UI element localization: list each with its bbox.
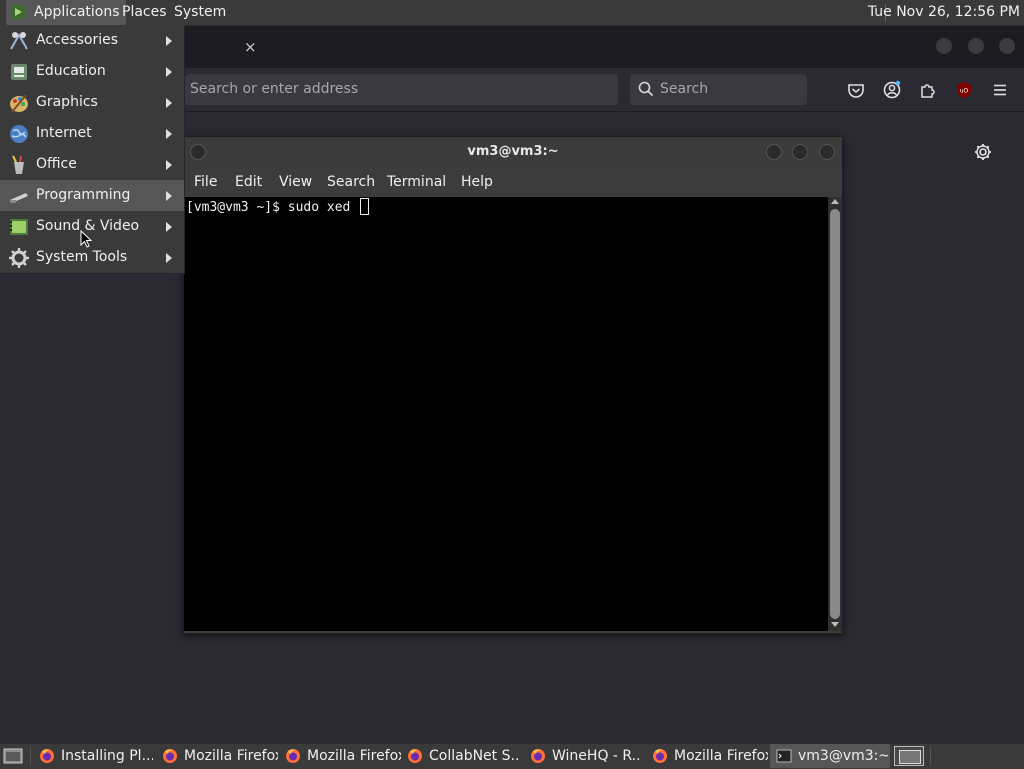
taskbar-item[interactable]: Installing Pl...	[61, 744, 153, 768]
firefox-icon	[286, 749, 300, 763]
system-tools-icon	[9, 248, 29, 268]
clock[interactable]: Tue Nov 26, 12:56 PM	[868, 0, 1020, 25]
menu-item-accessories[interactable]: Accessories	[0, 25, 184, 56]
account-icon[interactable]	[882, 80, 902, 100]
taskbar-item[interactable]: CollabNet S...	[429, 744, 519, 768]
terminal-window: vm3@vm3:~ File Edit View Search Terminal…	[183, 136, 843, 634]
taskbar-item[interactable]: Mozilla Firefox	[184, 744, 278, 768]
submenu-arrow-icon	[166, 191, 172, 201]
scroll-up-arrow-icon[interactable]	[831, 199, 839, 204]
firefox-icon	[531, 749, 545, 763]
education-icon	[11, 64, 27, 80]
terminal-menu-view[interactable]: View	[279, 167, 312, 197]
terminal-close-button[interactable]	[819, 144, 835, 160]
internet-icon	[10, 125, 28, 143]
search-box[interactable]	[630, 74, 807, 105]
workspace-thumbnail	[899, 750, 921, 764]
mate-logo-icon	[11, 5, 25, 19]
submenu-arrow-icon	[166, 67, 172, 77]
menu-item-sound-video[interactable]: Sound & Video	[0, 211, 184, 242]
taskbar-item[interactable]: Mozilla Firefox	[307, 744, 401, 768]
scroll-down-arrow-icon[interactable]	[831, 622, 839, 627]
terminal-command-line: [vm3@vm3 ~]$ sudo xed	[186, 200, 359, 215]
taskbar-separator	[30, 747, 31, 765]
terminal-menu-edit[interactable]: Edit	[235, 167, 262, 197]
hamburger-menu-icon[interactable]	[990, 80, 1010, 100]
terminal-menu-search[interactable]: Search	[327, 167, 375, 197]
sound-video-icon	[10, 219, 28, 235]
pocket-icon[interactable]	[846, 80, 866, 100]
taskbar-item[interactable]: WineHQ - R...	[552, 744, 642, 768]
taskbar-item[interactable]: Mozilla Firefox	[674, 744, 768, 768]
firefox-icon	[163, 749, 177, 763]
menu-item-internet[interactable]: Internet	[0, 118, 184, 149]
menu-item-label: Programming	[36, 187, 131, 203]
svg-text:uO: uO	[960, 88, 969, 95]
firefox-close-button[interactable]	[999, 38, 1015, 54]
menu-item-programming[interactable]: Programming	[0, 180, 184, 211]
terminal-title: vm3@vm3:~	[467, 144, 559, 159]
menu-item-label: Education	[36, 63, 106, 79]
menu-item-system-tools[interactable]: System Tools	[0, 242, 184, 273]
office-icon	[12, 155, 24, 174]
terminal-minimize-button[interactable]	[766, 144, 782, 160]
ublock-icon[interactable]: uO	[954, 80, 974, 100]
firefox-minimize-button[interactable]	[936, 38, 952, 54]
submenu-arrow-icon	[166, 222, 172, 232]
terminal-menu-file[interactable]: File	[194, 167, 217, 197]
terminal-screen[interactable]	[184, 197, 828, 631]
mouse-pointer-icon	[80, 230, 92, 248]
terminal-scrollbar-thumb[interactable]	[830, 209, 840, 619]
extensions-icon[interactable]	[918, 80, 938, 100]
taskbar-separator	[930, 747, 931, 765]
menu-item-education[interactable]: Education	[0, 56, 184, 87]
show-desktop-icon[interactable]	[3, 747, 23, 765]
taskbar-item-label: vm3@vm3:~	[798, 748, 888, 764]
terminal-maximize-button[interactable]	[792, 144, 808, 160]
firefox-icon	[408, 749, 422, 763]
applications-menu: Accessories Education Graphics Internet	[0, 25, 185, 274]
terminal-menu-terminal[interactable]: Terminal	[387, 167, 446, 197]
firefox-maximize-button[interactable]	[968, 38, 984, 54]
search-box-placeholder: Search	[660, 81, 709, 97]
tab-close-button[interactable]: ×	[244, 38, 257, 56]
terminal-cursor	[360, 198, 369, 215]
terminal-icon	[776, 749, 792, 763]
address-bar-placeholder: Search or enter address	[190, 81, 359, 97]
menu-item-label: Accessories	[36, 32, 119, 48]
search-icon	[638, 81, 654, 97]
gear-icon[interactable]	[973, 142, 993, 162]
system-menu-button[interactable]: System	[168, 0, 232, 25]
graphics-icon	[10, 94, 28, 113]
programming-icon	[10, 193, 28, 203]
accessories-icon	[10, 32, 28, 50]
submenu-arrow-icon	[166, 129, 172, 139]
menu-item-label: Internet	[36, 125, 92, 141]
firefox-icon	[653, 749, 667, 763]
submenu-arrow-icon	[166, 160, 172, 170]
terminal-menu-help[interactable]: Help	[461, 167, 493, 197]
menu-item-office[interactable]: Office	[0, 149, 184, 180]
menu-item-graphics[interactable]: Graphics	[0, 87, 184, 118]
workspace-switcher[interactable]	[894, 746, 924, 766]
firefox-icon	[40, 749, 54, 763]
menu-item-label: Office	[36, 156, 77, 172]
submenu-arrow-icon	[166, 98, 172, 108]
firefox-tab-bar	[185, 26, 1024, 68]
places-menu-button[interactable]: Places	[116, 0, 173, 25]
menu-item-label: Graphics	[36, 94, 98, 110]
submenu-arrow-icon	[166, 36, 172, 46]
submenu-arrow-icon	[166, 253, 172, 263]
